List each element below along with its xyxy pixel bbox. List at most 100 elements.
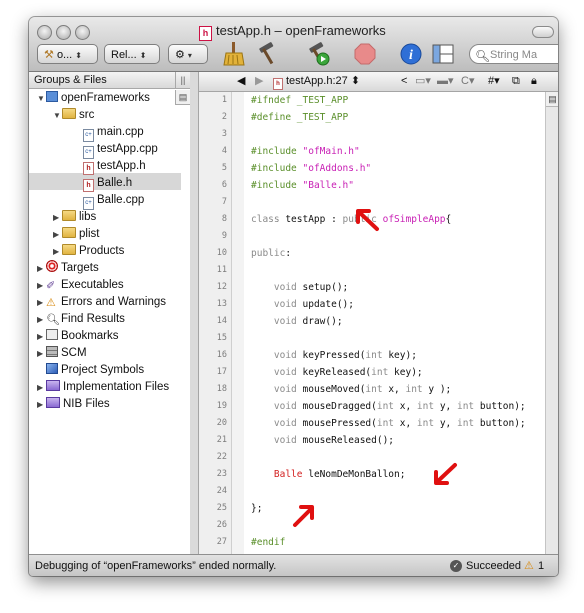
code-line[interactable]: void mouseReleased(); [251, 435, 394, 446]
breakpoints-popup-icon[interactable]: ▬▾ [437, 72, 454, 91]
lock-icon[interactable]: 🔒︎ [531, 72, 537, 91]
vertical-scrollbar[interactable]: ▤ [545, 92, 558, 554]
code-line[interactable]: public: [251, 248, 291, 259]
annotation-arrow-icon [356, 209, 379, 231]
previous-nav-icon[interactable]: < [401, 72, 407, 91]
disclosure-closed-icon[interactable]: ▶ [37, 396, 46, 413]
status-bar: Debugging of “openFrameworks” ended norm… [29, 554, 558, 576]
title-toolbar: h testApp.h – openFrameworks ⚒ o... ⬍ Rel.… [29, 17, 558, 72]
code-line[interactable]: Balle leNomDeMonBallon; [251, 469, 406, 480]
code-line[interactable]: void mouseMoved(int x, int y ); [251, 384, 451, 395]
search-icon: 🔍︎ [475, 49, 491, 63]
code-line[interactable]: #define _TEST_APP [251, 112, 348, 123]
disclosure-closed-icon[interactable]: ▶ [37, 294, 46, 311]
broom-icon[interactable] [223, 42, 245, 66]
scm-icon [46, 346, 58, 357]
build-result-label[interactable]: Succeeded [466, 555, 521, 576]
code-line[interactable]: }; [251, 503, 262, 514]
split-editor-icon[interactable]: ▤ [546, 92, 558, 107]
configuration-popup[interactable]: Rel... ⬍ [104, 44, 160, 64]
warning-icon[interactable]: ⚠ [524, 555, 534, 576]
code-line[interactable]: void keyReleased(int key); [251, 367, 423, 378]
sidebar-item-openframeworks[interactable]: ▼ openFrameworks [37, 90, 150, 107]
close-button[interactable] [37, 25, 52, 40]
magnifier-icon: 🔍︎ [46, 314, 60, 326]
disclosure-closed-icon[interactable]: ▶ [53, 226, 62, 243]
line-number: 21 [216, 435, 227, 445]
search-field[interactable]: 🔍︎ String Ma [469, 44, 558, 64]
line-number: 10 [216, 248, 227, 258]
disclosure-closed-icon[interactable]: ▶ [37, 328, 46, 345]
hammer-target-icon: ⚒ [44, 49, 54, 61]
sidebar-item-plist[interactable]: ▶ plist [53, 226, 99, 243]
disclosure-open-icon[interactable]: ▼ [37, 90, 46, 107]
action-menu-button[interactable]: ⚙ ▾ [168, 44, 208, 64]
disclosure-closed-icon[interactable]: ▶ [37, 277, 46, 294]
sidebar-list-options-icon[interactable]: ▤ [175, 90, 190, 105]
sidebar-item-libs[interactable]: ▶ libs [53, 209, 96, 226]
code-line[interactable]: #include "ofMain.h" [251, 146, 360, 157]
disclosure-closed-icon[interactable]: ▶ [37, 311, 46, 328]
gear-icon: ⚙ [175, 49, 185, 61]
sidebar-item-targets[interactable]: ▶ Targets [37, 260, 99, 277]
sidebar-item-executables[interactable]: ▶ ✐ Executables [37, 277, 124, 294]
build-and-go-icon[interactable] [305, 42, 331, 66]
project-icon [46, 91, 58, 102]
sidebar-item-testapp-cpp[interactable]: c+ testApp.cpp [83, 141, 158, 159]
split-view-divider[interactable] [190, 72, 199, 554]
back-arrow-icon[interactable]: ◀ [237, 72, 245, 91]
sidebar-item-bookmarks[interactable]: ▶ Bookmarks [37, 328, 119, 345]
line-number: 5 [221, 163, 227, 173]
sidebar-item-products[interactable]: ▶ Products [53, 243, 124, 260]
code-line[interactable]: #include "Balle.h" [251, 180, 354, 191]
sidebar-item-main-cpp[interactable]: c+ main.cpp [83, 124, 144, 142]
sidebar-item-balle-cpp[interactable]: c+ Balle.cpp [83, 192, 144, 210]
disclosure-closed-icon[interactable]: ▶ [53, 243, 62, 260]
sidebar-item-implementation-files[interactable]: ▶ Implementation Files [37, 379, 169, 396]
included-files-icon[interactable]: #▾ [488, 72, 500, 91]
minimize-button[interactable] [56, 25, 71, 40]
info-icon[interactable]: i [399, 42, 423, 66]
sidebar-item-balle-h[interactable]: h Balle.h [83, 175, 132, 192]
line-number: 25 [216, 503, 227, 513]
sidebar-item-scm[interactable]: ▶ SCM [37, 345, 87, 362]
bookmarks-popup-icon[interactable]: ▭▾ [415, 72, 431, 91]
sidebar-item-nib-files[interactable]: ▶ NIB Files [37, 396, 110, 413]
code-line[interactable]: #endif [251, 537, 285, 548]
header-file-icon: h [83, 162, 94, 175]
code-line[interactable]: void mousePressed(int x, int y, int butt… [251, 418, 526, 429]
sidebar-item-project-symbols[interactable]: Project Symbols [46, 362, 144, 379]
file-history-popup[interactable]: h testApp.h:27 ⬍ [273, 72, 360, 91]
stop-icon[interactable] [354, 42, 376, 66]
code-line[interactable]: #include "ofAddons.h" [251, 163, 371, 174]
active-target-popup[interactable]: ⚒ o... ⬍ [37, 44, 98, 64]
code-line[interactable]: void draw(); [251, 316, 343, 327]
disclosure-closed-icon[interactable]: ▶ [37, 260, 46, 277]
sidebar-item-testapp-h[interactable]: h testApp.h [83, 158, 146, 175]
disclosure-closed-icon[interactable]: ▶ [37, 345, 46, 362]
line-number: 11 [216, 265, 227, 275]
pane-split-icon[interactable]: || [175, 72, 190, 89]
class-hierarchy-icon[interactable]: C▾ [461, 72, 474, 91]
code-line[interactable]: #ifndef _TEST_APP [251, 95, 348, 106]
zoom-button[interactable] [75, 25, 90, 40]
sidebar-item-find-results[interactable]: ▶ 🔍︎Find Results [37, 311, 125, 328]
code-line[interactable]: void keyPressed(int key); [251, 350, 417, 361]
disclosure-closed-icon[interactable]: ▶ [53, 209, 62, 226]
toolbar-toggle-button[interactable] [532, 26, 554, 38]
editor-layout-icon[interactable] [431, 42, 455, 66]
code-line[interactable]: void setup(); [251, 282, 348, 293]
code-line[interactable]: class testApp : public ofSimpleApp{ [251, 214, 451, 225]
build-hammer-icon[interactable] [255, 42, 279, 66]
code-line[interactable]: void mouseDragged(int x, int y, int butt… [251, 401, 526, 412]
line-number: 1 [221, 95, 227, 105]
forward-arrow-icon[interactable]: ▶ [255, 72, 263, 91]
disclosure-open-icon[interactable]: ▼ [53, 107, 62, 124]
counterpart-icon[interactable]: ⧉ [512, 72, 520, 91]
line-number: 4 [221, 146, 227, 156]
line-number: 14 [216, 316, 227, 326]
sidebar-item-src[interactable]: ▼ src [53, 107, 94, 124]
code-line[interactable]: void update(); [251, 299, 354, 310]
disclosure-closed-icon[interactable]: ▶ [37, 379, 46, 396]
sidebar-item-errors-warnings[interactable]: ▶ ⚠ Errors and Warnings [37, 294, 166, 311]
